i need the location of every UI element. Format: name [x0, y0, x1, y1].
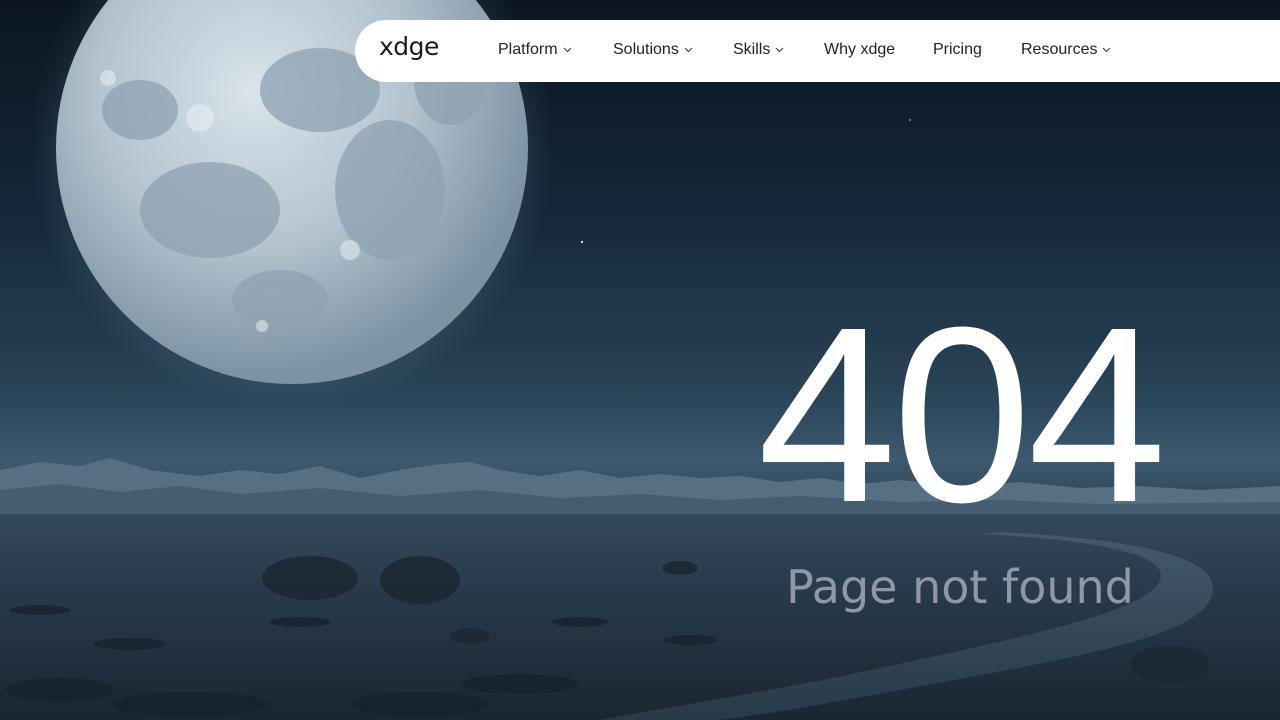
chevron-down-icon: [775, 47, 784, 53]
nav-item-label: Why xdge: [824, 41, 896, 58]
xdge-logo[interactable]: xdge: [379, 32, 439, 61]
chevron-down-icon: [563, 47, 572, 53]
nav-item-label: Platform: [498, 41, 558, 58]
chevron-down-icon: [1103, 47, 1111, 53]
nav-item-pricing[interactable]: Pricing: [933, 41, 982, 59]
chevron-down-icon: [684, 47, 693, 53]
nav-item-solutions[interactable]: Solutions: [613, 41, 693, 59]
nav-item-skills[interactable]: Skills: [733, 41, 784, 59]
top-navigation-bar: xdge Platform Solutions Skills Why xdge …: [355, 20, 1280, 82]
page-not-found-message: Page not found: [786, 560, 1134, 614]
nav-item-label: Solutions: [613, 41, 679, 58]
nav-item-label: Pricing: [933, 41, 982, 58]
nav-item-label: Resources: [1021, 41, 1098, 58]
error-code-404: 404: [757, 275, 1166, 554]
nav-item-why-xdge[interactable]: Why xdge: [824, 41, 895, 59]
nav-item-label: Skills: [733, 41, 771, 58]
nav-item-platform[interactable]: Platform: [498, 41, 572, 59]
nav-item-resources[interactable]: Resources: [1021, 41, 1111, 59]
page-background: xdge Platform Solutions Skills Why xdge …: [0, 0, 1280, 720]
